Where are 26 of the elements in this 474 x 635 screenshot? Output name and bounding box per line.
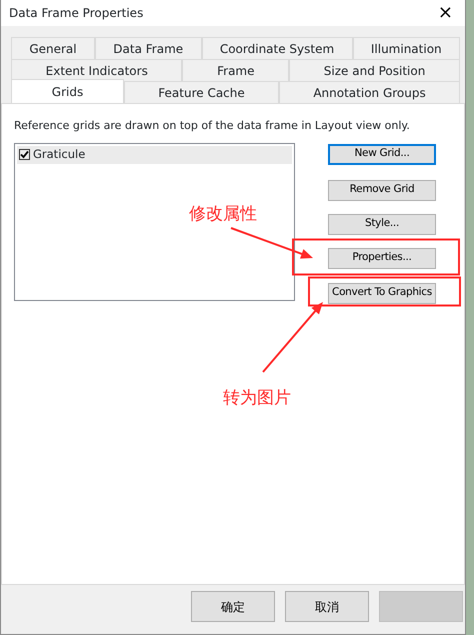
grid-list-item[interactable]: Graticule (17, 146, 292, 164)
grid-button[interactable]: Properties... (328, 248, 436, 268)
tab[interactable]: General (11, 37, 95, 59)
close-button[interactable]: × (434, 4, 457, 22)
description-text: Reference grids are drawn on top of the data frame in Layout view only. (14, 118, 411, 134)
annotation-text: 转为图片 (223, 387, 291, 410)
grid-button[interactable]: Style... (328, 214, 436, 234)
tab[interactable]: Frame (182, 59, 290, 81)
tab[interactable]: Illumination (352, 37, 460, 59)
grid-button[interactable]: New Grid... (328, 144, 436, 164)
grid-button[interactable]: Convert To Graphics (328, 282, 436, 304)
tab[interactable]: Size and Position (289, 59, 460, 81)
checkbox[interactable] (19, 149, 30, 160)
tab[interactable]: Data Frame (94, 37, 202, 59)
tab[interactable]: Extent Indicators (11, 59, 182, 81)
grid-name: Graticule (33, 146, 86, 163)
tab[interactable]: Coordinate System (202, 37, 353, 59)
dialog-button[interactable]: 确定 (191, 591, 275, 622)
tab[interactable]: Grids (11, 79, 124, 103)
dialog-button[interactable]: 取消 (285, 591, 369, 622)
arrow (262, 302, 323, 373)
grid-button[interactable]: Remove Grid (328, 180, 436, 200)
tab[interactable]: Annotation Groups (279, 81, 460, 103)
annotation-text: 修改属性 (189, 203, 257, 226)
window-title: Data Frame Properties (9, 5, 144, 22)
tab[interactable]: Feature Cache (124, 81, 280, 103)
